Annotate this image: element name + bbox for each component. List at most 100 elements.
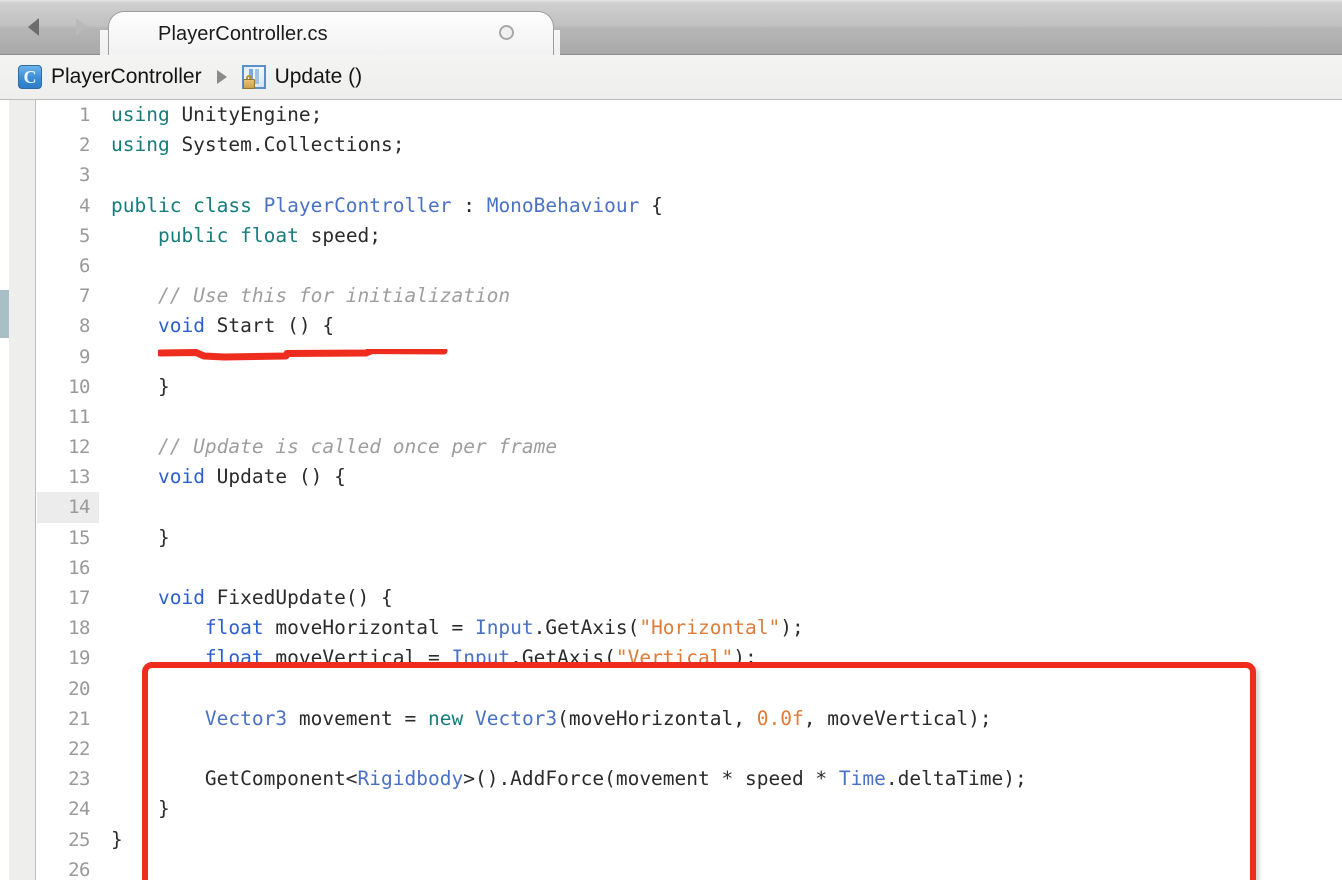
line-number: 12 — [68, 436, 90, 459]
line-number: 7 — [79, 285, 90, 308]
code-line[interactable]: 7 // Use this for initialization — [37, 281, 1342, 311]
code-text[interactable]: public class PlayerController : MonoBeha… — [111, 191, 663, 221]
code-text[interactable]: } — [111, 372, 170, 402]
code-text[interactable]: // Use this for initialization — [111, 281, 510, 311]
code-line[interactable]: 21 Vector3 movement = new Vector3(moveHo… — [37, 704, 1342, 734]
code-line[interactable]: 15 } — [37, 523, 1342, 553]
code-line[interactable]: 6 — [37, 251, 1342, 281]
code-token: UnityEngine; — [169, 103, 323, 126]
code-line[interactable]: 13 void Update () { — [37, 462, 1342, 492]
line-number: 4 — [79, 194, 90, 217]
code-token: : — [451, 193, 487, 217]
code-token: using — [111, 133, 170, 157]
code-line[interactable]: 8 void Start () { — [37, 311, 1342, 341]
code-line[interactable]: 4 public class PlayerController : MonoBeh… — [37, 191, 1342, 221]
overview-marker-strip[interactable] — [0, 100, 9, 880]
code-text[interactable]: float moveHorizontal = Input.GetAxis("Ho… — [111, 613, 804, 643]
code-line[interactable]: 20 — [37, 674, 1342, 704]
line-number: 18 — [68, 617, 90, 640]
code-text[interactable]: GetComponent<Rigidbody>().AddForce(movem… — [111, 764, 1027, 794]
code-line[interactable]: 2 using System.Collections; — [37, 130, 1342, 160]
code-line[interactable]: 26 — [37, 855, 1342, 880]
code-line[interactable]: 5 public float speed; — [37, 221, 1342, 251]
code-text[interactable]: } — [111, 825, 123, 855]
code-text[interactable]: } — [111, 523, 170, 553]
class-icon: C — [18, 65, 42, 89]
code-token: moveHorizontal = — [263, 616, 475, 640]
code-token: { — [639, 193, 663, 217]
scroll-position-marker[interactable] — [0, 290, 9, 338]
code-line[interactable]: 10 } — [37, 372, 1342, 402]
fold-gutter[interactable] — [9, 100, 36, 880]
code-editor[interactable]: 1 using UnityEngine; 2 using System.Collect… — [0, 100, 1342, 880]
line-number: 13 — [68, 466, 90, 489]
code-line[interactable]: 18 float moveHorizontal = Input.GetAxis(… — [37, 613, 1342, 643]
line-number: 25 — [68, 828, 90, 851]
code-line[interactable]: 12 // Update is called once per frame — [37, 432, 1342, 462]
line-number: 8 — [79, 315, 90, 338]
code-line[interactable]: 1 using UnityEngine; — [37, 100, 1342, 130]
nav-forward-button[interactable] — [68, 14, 94, 40]
line-number: 6 — [79, 254, 90, 277]
code-token: Input — [451, 646, 511, 670]
code-text[interactable]: using System.Collections; — [111, 130, 405, 160]
code-token: ); — [733, 646, 757, 670]
code-text[interactable]: // Update is called once per frame — [111, 432, 557, 462]
line-number: 14 — [37, 492, 99, 523]
code-token: (moveHorizontal, — [557, 706, 757, 730]
line-number: 16 — [68, 556, 90, 579]
code-text[interactable]: } — [111, 794, 170, 824]
code-lines[interactable]: 1 using UnityEngine; 2 using System.Collect… — [37, 100, 1342, 880]
code-line[interactable]: 19 float moveVertical = Input.GetAxis("V… — [37, 643, 1342, 673]
code-line[interactable]: 17 void FixedUpdate() { — [37, 583, 1342, 613]
breadcrumb-item-class[interactable]: C PlayerController — [18, 65, 202, 89]
code-text[interactable]: public float speed; — [111, 221, 381, 251]
code-line[interactable]: 9 — [37, 342, 1342, 372]
line-number: 9 — [79, 345, 90, 368]
line-number: 17 — [68, 587, 90, 609]
code-token: Vector3 — [204, 706, 288, 730]
code-line[interactable]: 11 — [37, 402, 1342, 432]
tab-bar: PlayerController.cs — [0, 0, 1342, 55]
code-line[interactable]: 23 GetComponent<Rigidbody>().AddForce(mo… — [37, 764, 1342, 794]
code-token: "Horizontal" — [639, 616, 781, 640]
code-token: } — [111, 827, 123, 851]
code-token: , moveVertical); — [803, 706, 992, 730]
line-number: 20 — [68, 677, 90, 700]
code-text[interactable]: void Update () { — [111, 462, 346, 492]
line-number: 22 — [68, 737, 90, 760]
code-text[interactable]: Vector3 movement = new Vector3(moveHoriz… — [111, 704, 992, 734]
code-text[interactable]: using UnityEngine; — [111, 100, 322, 130]
code-token: .GetAxis( — [533, 616, 640, 640]
line-number: 23 — [68, 768, 90, 791]
code-token: public class — [111, 193, 264, 217]
code-token: void — [157, 465, 205, 489]
code-line[interactable]: 24 } — [37, 794, 1342, 824]
code-token: Start () { — [204, 314, 335, 338]
code-token: FixedUpdate() { — [204, 586, 393, 609]
code-line[interactable]: 14 — [37, 492, 1342, 523]
code-token: using — [111, 103, 170, 126]
code-line[interactable]: 3 — [37, 160, 1342, 190]
nav-back-button[interactable] — [20, 14, 46, 40]
line-number: 24 — [68, 798, 90, 821]
code-text[interactable]: void FixedUpdate() { — [111, 583, 393, 613]
code-token: // Update is called once per frame — [111, 435, 558, 459]
code-token: System.Collections; — [169, 133, 405, 157]
code-text[interactable]: void Start () { — [111, 311, 334, 341]
breadcrumb-item-method[interactable]: Update () — [241, 65, 362, 89]
code-token: } — [111, 374, 170, 398]
code-token: float — [240, 223, 299, 247]
close-icon[interactable] — [499, 25, 514, 40]
line-number: 26 — [68, 858, 90, 880]
line-number: 11 — [68, 405, 90, 428]
code-line[interactable]: 25} — [37, 825, 1342, 855]
code-line[interactable]: 16 — [37, 553, 1342, 583]
code-text[interactable]: float moveVertical = Input.GetAxis("Vert… — [111, 643, 757, 673]
class-icon-glyph: C — [23, 67, 37, 87]
code-line[interactable]: 22 — [37, 734, 1342, 764]
